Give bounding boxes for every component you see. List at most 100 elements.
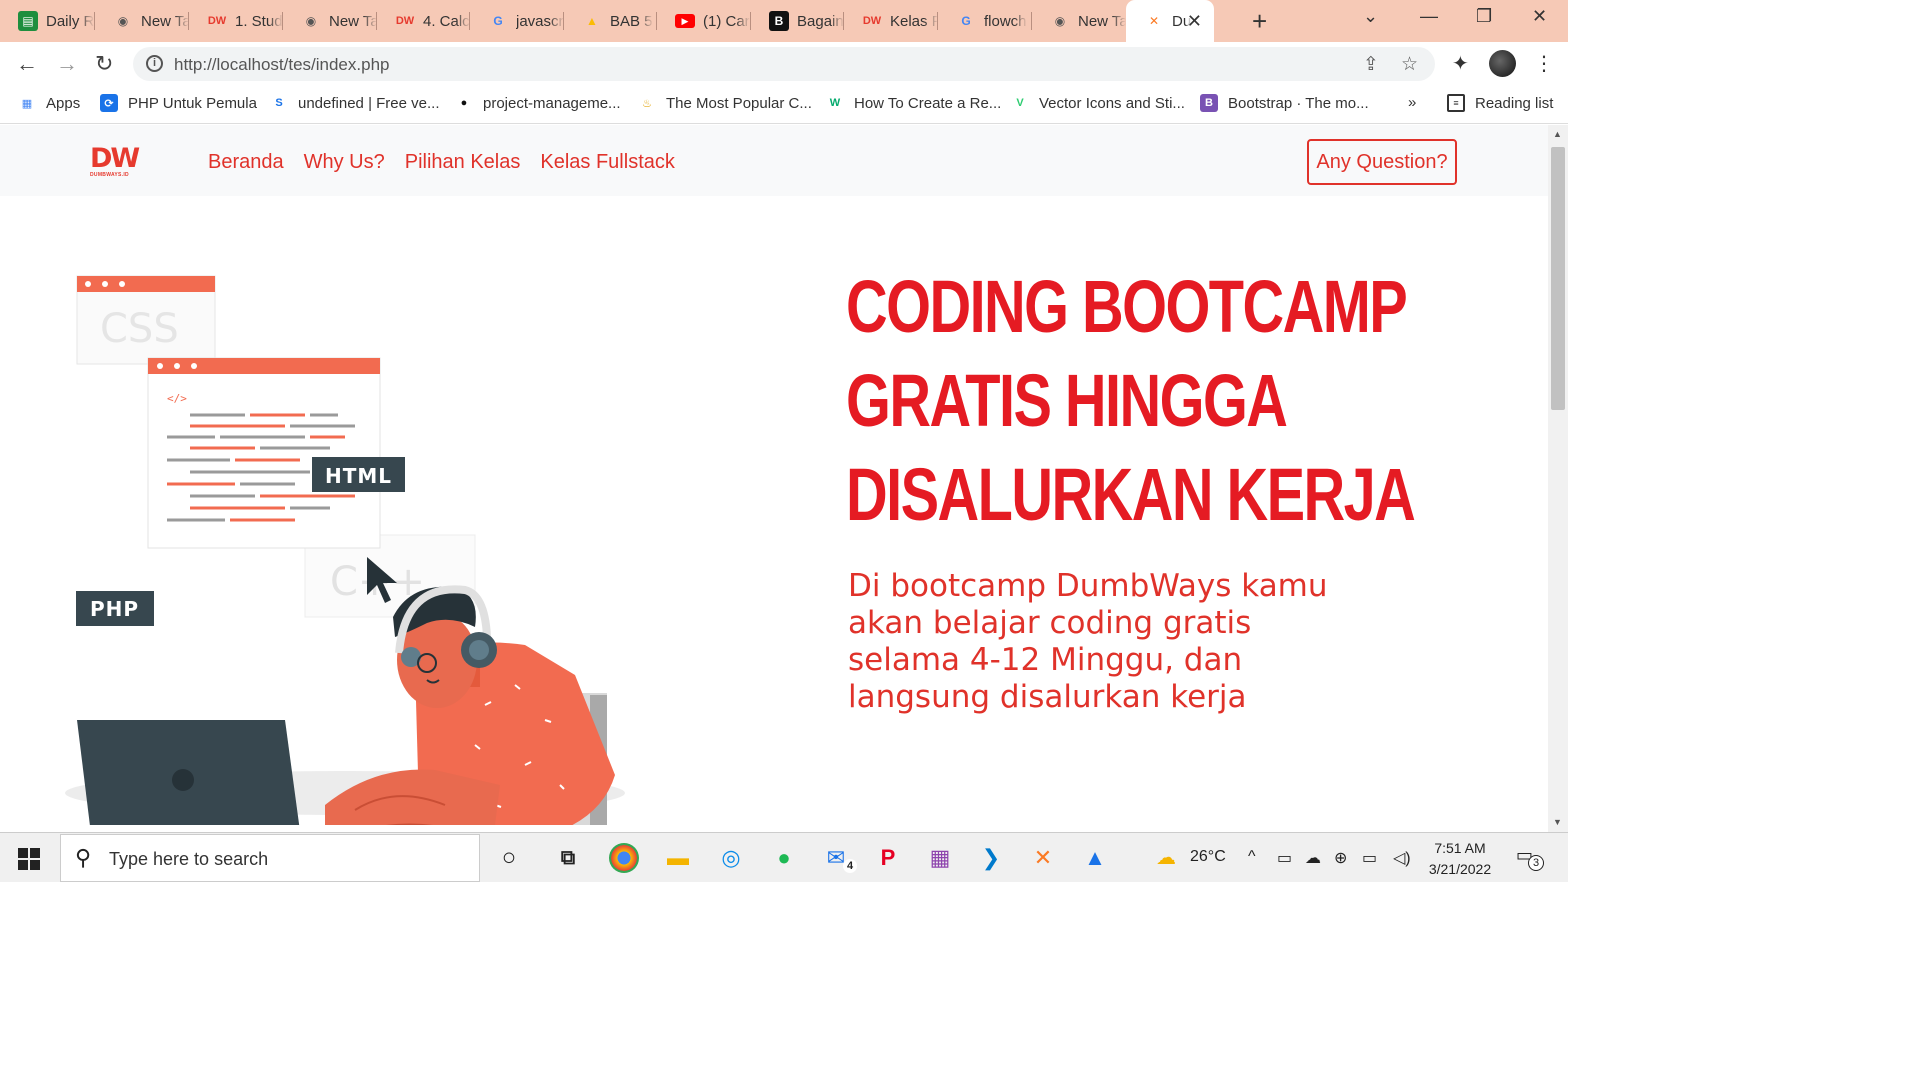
chrome-menu-icon[interactable]: ⋮ — [1534, 51, 1554, 76]
extensions-icon[interactable]: ✦ — [1452, 51, 1469, 76]
bookmark-item[interactable]: B Bootstrap · The mo... — [1200, 94, 1369, 112]
battery-icon[interactable]: ▭ — [1362, 848, 1377, 868]
chrome-icon: ◉ — [117, 14, 129, 28]
bookmark-label: How To Create a Re... — [854, 94, 1002, 112]
scroll-down-icon[interactable]: ▼ — [1553, 817, 1562, 827]
clock-date: 3/21/2022 — [1428, 861, 1492, 877]
bookmarks-overflow-button[interactable]: » — [1408, 94, 1416, 111]
photos-icon[interactable]: ▲ — [1078, 841, 1112, 875]
taskbar-search-box[interactable]: ⚲ Type here to search — [60, 834, 480, 882]
url-text[interactable]: http://localhost/tes/index.php — [174, 55, 389, 75]
mail-icon[interactable]: ✉ 4 — [819, 841, 857, 875]
mail-badge: 4 — [843, 859, 857, 873]
winrar-icon[interactable]: ▦ — [923, 841, 957, 875]
tab-title: Daily R — [46, 12, 95, 30]
browser-tab[interactable]: ◉ New Ta — [283, 0, 377, 42]
browser-tab[interactable]: Gjavascr — [470, 0, 564, 42]
page-scrollbar[interactable]: ▲ ▼ — [1548, 125, 1568, 832]
onedrive-icon[interactable]: ☁ — [1305, 848, 1321, 868]
bookmarks-bar: » ≡ Reading list ▦ Apps ⟳ PHP Untuk Pemula S… — [0, 86, 1568, 124]
browser-tab[interactable]: DW 1. Stud — [189, 0, 283, 42]
browser-tab[interactable]: ▲ BAB 5 — [564, 0, 657, 42]
minimize-icon[interactable]: — — [1420, 6, 1438, 27]
browser-tab[interactable]: DW 4. Calc — [377, 0, 470, 42]
notification-center-icon[interactable]: ▭ 3 — [1516, 845, 1544, 871]
dumbways-icon: DW — [862, 15, 882, 27]
logo-mark: DW — [90, 143, 140, 174]
browser-tab[interactable]: ▶ (1) Car — [657, 0, 751, 42]
browser-tab[interactable]: Gflowch — [938, 0, 1032, 42]
weather-icon[interactable]: ☁ — [1156, 845, 1176, 870]
headline-line-2: GRATIS HINGGA — [846, 359, 1288, 442]
chrome-icon: ◉ — [305, 14, 317, 28]
nav-pilihan-kelas[interactable]: Pilihan Kelas — [405, 151, 521, 174]
vscode-icon[interactable]: ❯ — [974, 841, 1008, 875]
nav-kelas-fullstack[interactable]: Kelas Fullstack — [540, 151, 675, 174]
bookmark-label: The Most Popular C... — [666, 94, 812, 112]
close-window-icon[interactable]: ✕ — [1532, 6, 1547, 27]
bookmark-item[interactable]: ● project-manageme... — [455, 94, 621, 112]
any-question-button[interactable]: Any Question? — [1307, 139, 1457, 185]
w3-icon: W — [829, 97, 841, 109]
restore-icon[interactable]: ❐ — [1476, 6, 1492, 27]
back-icon[interactable]: ← — [16, 51, 38, 77]
address-bar[interactable]: i http://localhost/tes/index.php ⇪ ☆ — [133, 47, 1435, 81]
edge-icon[interactable]: ◎ — [714, 841, 748, 875]
pinterest-icon[interactable]: P — [871, 841, 905, 875]
reading-list-icon: ≡ — [1447, 94, 1465, 112]
nav-beranda[interactable]: Beranda — [208, 151, 284, 174]
network-icon[interactable]: ⊕ — [1334, 848, 1347, 868]
nav-why-us[interactable]: Why Us? — [304, 151, 385, 174]
bookmark-item[interactable]: ⟳ PHP Untuk Pemula — [100, 94, 257, 112]
sheets-icon: ▤ — [18, 11, 38, 31]
file-explorer-icon[interactable]: ▬ — [661, 841, 695, 875]
browser-tab[interactable]: ◉ New Ta — [1032, 0, 1126, 42]
browser-tab[interactable]: DW Kelas F — [844, 0, 938, 42]
browser-tab[interactable]: ✕ Du ✕ — [1126, 0, 1214, 42]
scroll-up-icon[interactable]: ▲ — [1553, 129, 1562, 139]
tab-title: Bagain — [797, 12, 844, 30]
browser-tab[interactable]: ◉ New Ta — [95, 0, 189, 42]
dumbways-logo[interactable]: DW DUMBWAYS.ID — [90, 143, 140, 182]
reading-list-button[interactable]: ≡ Reading list — [1447, 94, 1553, 112]
scrollbar-thumb[interactable] — [1551, 147, 1565, 410]
profile-avatar[interactable] — [1489, 50, 1516, 77]
bookmark-item[interactable]: W How To Create a Re... — [826, 94, 1002, 112]
chrome-taskbar-icon[interactable] — [609, 843, 639, 873]
reload-icon[interactable]: ↻ — [95, 51, 113, 77]
bookmark-item[interactable]: Sundefined | Free ve... — [270, 94, 439, 112]
cup-icon: ♨ — [642, 97, 652, 110]
spotify-icon[interactable]: ● — [767, 841, 801, 875]
tab-title: New Ta — [141, 12, 189, 30]
volume-icon[interactable]: ◁) — [1393, 848, 1411, 868]
windows-start-icon[interactable] — [18, 848, 40, 870]
google-icon: G — [493, 14, 503, 28]
bookmark-star-icon[interactable]: ☆ — [1401, 53, 1418, 76]
site-info-icon[interactable]: i — [146, 55, 163, 72]
forward-icon[interactable]: → — [56, 51, 78, 77]
browser-tab[interactable]: ▤ Daily R — [0, 0, 95, 42]
weather-temp[interactable]: 26°C — [1190, 848, 1226, 866]
close-tab-icon[interactable]: ✕ — [1187, 11, 1202, 32]
xampp-icon[interactable]: ✕ — [1026, 841, 1060, 875]
github-icon: ● — [460, 97, 468, 109]
bookmark-label: Vector Icons and Sti... — [1039, 94, 1185, 112]
tab-search-icon[interactable]: ⌄ — [1363, 6, 1378, 27]
bookmark-item[interactable]: ▦ Apps — [18, 94, 80, 112]
taskbar-clock[interactable]: 7:51 AM 3/21/2022 — [1420, 838, 1500, 880]
xampp-icon: ✕ — [1148, 14, 1160, 28]
hero-headline: CODING BOOTCAMP GRATIS HINGGA DISALURKAN… — [846, 260, 1416, 542]
search-icon: ⚲ — [75, 845, 92, 870]
task-view-icon[interactable]: ⧉ — [551, 841, 585, 875]
share-icon[interactable]: ⇪ — [1363, 53, 1379, 76]
tray-chevron-icon[interactable]: ^ — [1248, 848, 1256, 866]
tab-title: 1. Stud — [235, 12, 283, 30]
meet-now-icon[interactable]: ▭ — [1277, 848, 1292, 868]
new-tab-button[interactable]: + — [1252, 6, 1267, 37]
hero-illustration: CSS C++ </> HTML PHP — [65, 275, 625, 825]
bookmark-item[interactable]: ♨ The Most Popular C... — [638, 94, 812, 112]
cortana-icon[interactable]: ○ — [492, 841, 526, 875]
bookmark-item[interactable]: V Vector Icons and Sti... — [1011, 94, 1185, 112]
notification-count: 3 — [1528, 855, 1544, 871]
browser-tab[interactable]: B Bagain — [751, 0, 844, 42]
